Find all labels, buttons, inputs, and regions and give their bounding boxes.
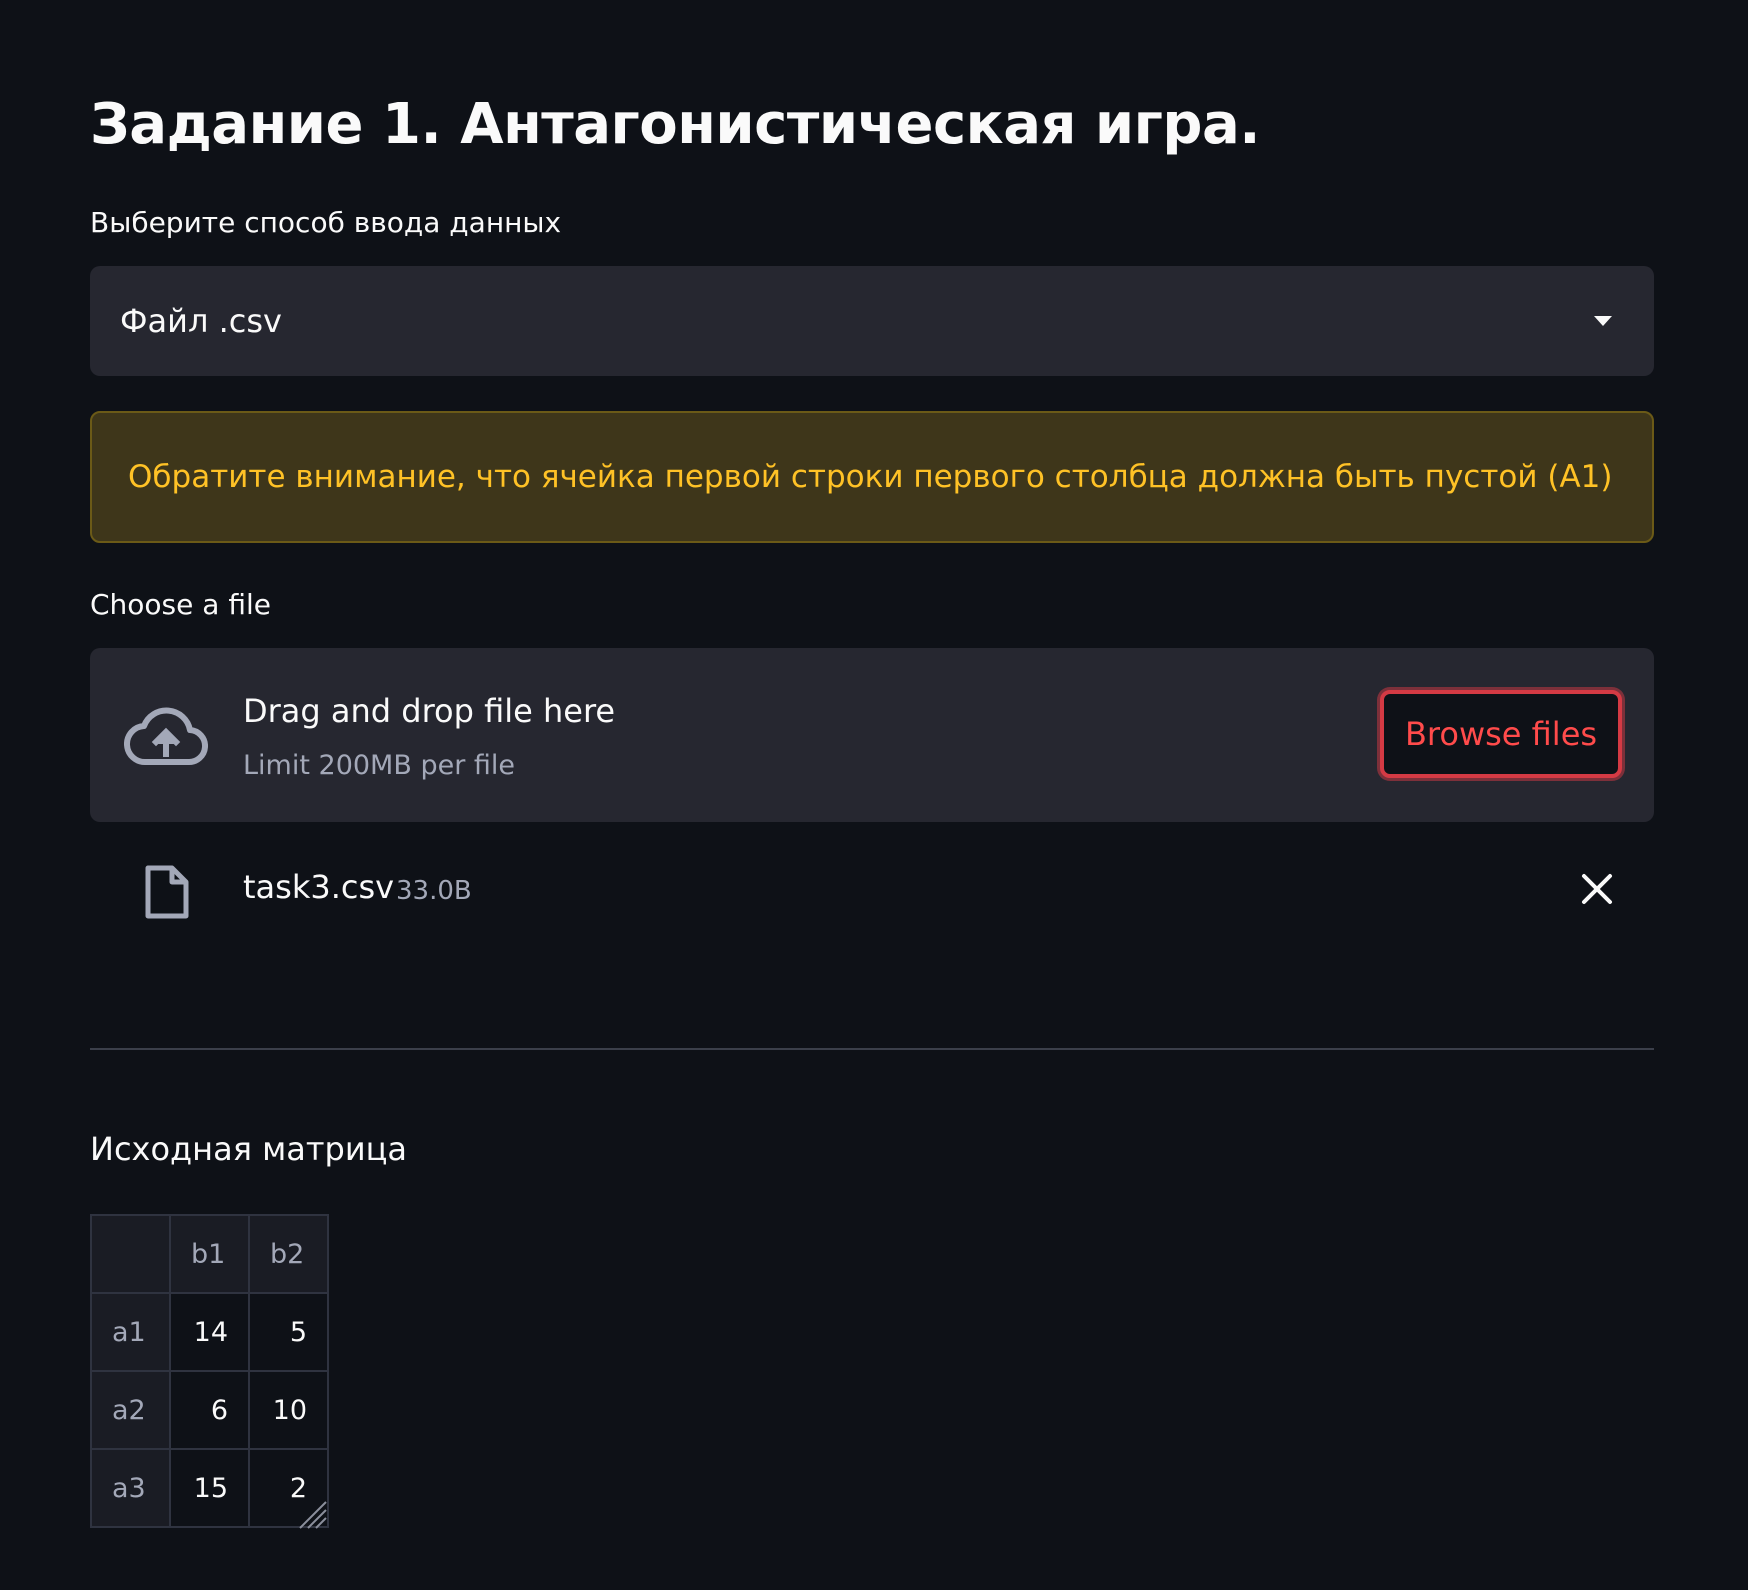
input-method-select[interactable]: Файл .csv	[90, 266, 1654, 376]
chevron-down-icon[interactable]	[1594, 316, 1612, 326]
uploaded-file-size: 33.0B	[396, 876, 472, 906]
resize-handle-icon[interactable]	[292, 1494, 328, 1530]
header-corner-cell	[90, 1214, 171, 1294]
uploaded-file-name: task3.csv	[243, 868, 395, 906]
browse-files-button[interactable]: Browse files	[1380, 690, 1622, 778]
table-cell[interactable]: 5	[248, 1292, 329, 1372]
column-header[interactable]: b1	[169, 1214, 250, 1294]
table-row: a2 6 10	[90, 1370, 329, 1450]
table-cell[interactable]: 14	[169, 1292, 250, 1372]
row-header: a3	[90, 1448, 171, 1528]
select-value: Файл .csv	[120, 302, 282, 340]
section-divider	[90, 1048, 1654, 1050]
cloud-upload-icon	[124, 707, 208, 766]
matrix-title: Исходная матрица	[90, 1130, 408, 1168]
matrix-table[interactable]: b1 b2 a1 14 5 a2 6 10 a3 15 2	[90, 1214, 329, 1528]
page-title: Задание 1. Антагонистическая игра.	[90, 92, 1261, 157]
warning-alert: Обратите внимание, что ячейка первой стр…	[90, 411, 1654, 543]
column-header[interactable]: b2	[248, 1214, 329, 1294]
file-icon	[145, 865, 189, 919]
table-header-row: b1 b2	[90, 1214, 329, 1294]
table-cell[interactable]: 10	[248, 1370, 329, 1450]
dropzone-limit: Limit 200MB per file	[243, 750, 516, 781]
table-row: a1 14 5	[90, 1292, 329, 1372]
dropzone-instructions: Drag and drop file here	[243, 692, 616, 730]
uploaded-file-row: task3.csv 33.0B	[90, 860, 1654, 920]
uploader-label: Choose a file	[90, 588, 271, 621]
close-icon[interactable]	[1580, 872, 1614, 906]
file-dropzone[interactable]: Drag and drop file here Limit 200MB per …	[90, 648, 1654, 822]
app-page: Задание 1. Антагонистическая игра. Выбер…	[0, 0, 1748, 1590]
row-header: a1	[90, 1292, 171, 1372]
row-header: a2	[90, 1370, 171, 1450]
input-method-label: Выберите способ ввода данных	[90, 206, 562, 239]
table-cell[interactable]: 15	[169, 1448, 250, 1528]
table-cell[interactable]: 6	[169, 1370, 250, 1450]
warning-text: Обратите внимание, что ячейка первой стр…	[128, 459, 1613, 495]
